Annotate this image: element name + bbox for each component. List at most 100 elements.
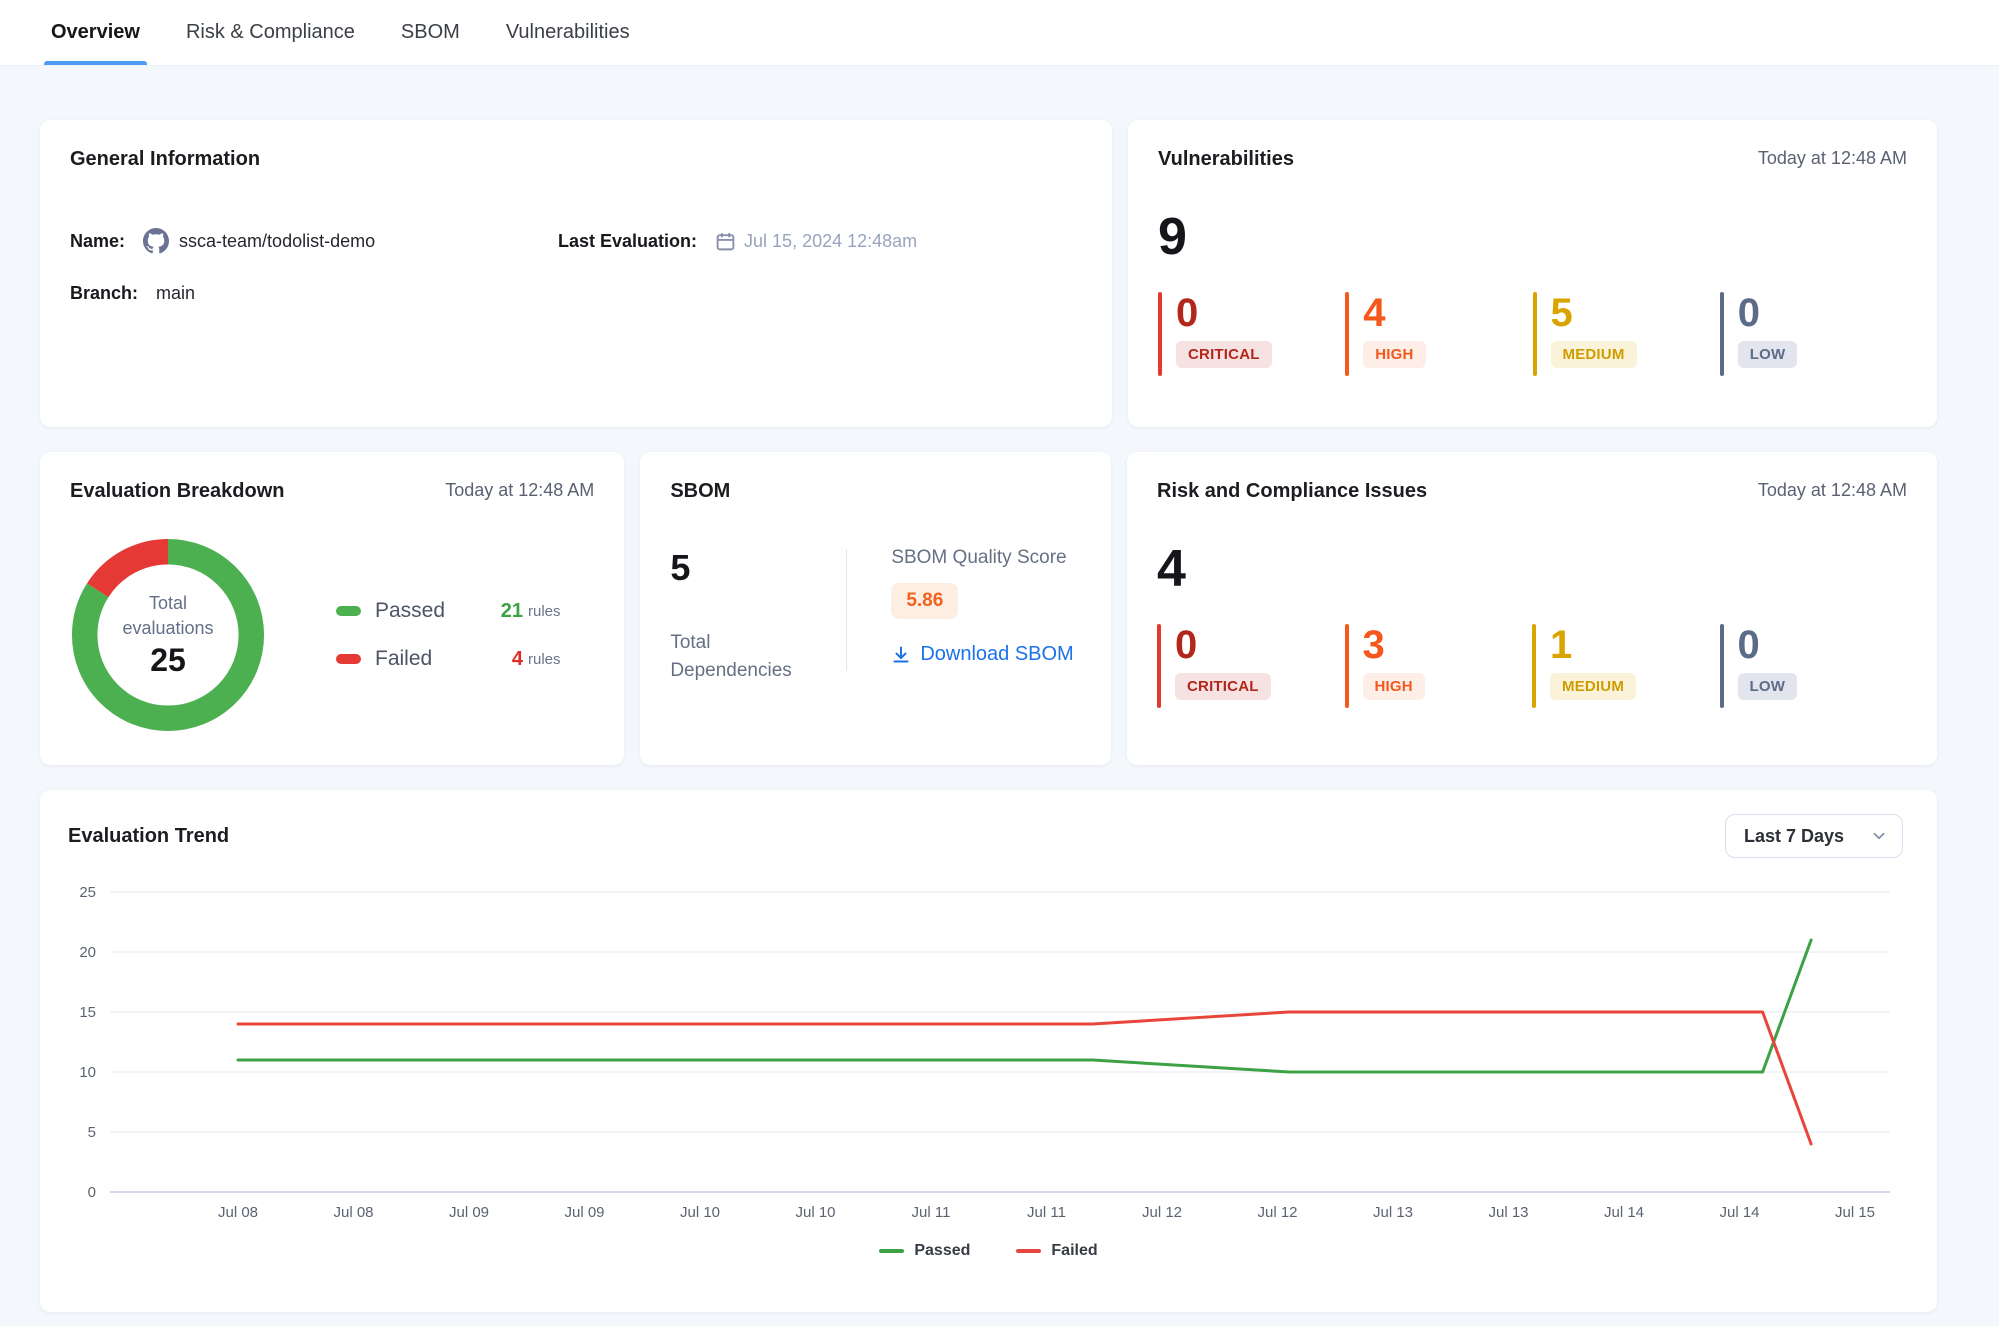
trend-line-failed [238,1012,1811,1144]
severity-item-low: 0LOW [1720,624,1908,708]
last-evaluation-row: Last Evaluation: Jul 15, 2024 12:48am [558,227,1082,255]
github-icon [143,228,169,254]
y-axis-label-15: 15 [79,1004,96,1021]
severity-badge: CRITICAL [1176,341,1272,368]
breakdown-legend: Passed21rules Failed4 rules [336,599,561,671]
y-axis-label-5: 5 [88,1124,96,1141]
legend-label: Passed [914,1242,970,1260]
chevron-down-icon [1870,827,1888,845]
severity-item-critical: 0 CRITICAL [1158,292,1345,376]
vulnerabilities-updated-timestamp: Today at 12:48 AM [1758,148,1907,169]
x-axis-label-2: Jul 09 [449,1204,489,1221]
vulnerabilities-card: Vulnerabilities Today at 12:48 AM 9 0CRI… [1128,120,1937,427]
main-content: General Information Name: ssca-team/todo… [0,120,1977,1326]
branch-row: Branch: main [70,279,558,307]
severity-badge: LOW [1738,673,1798,700]
evaluation-breakdown-updated-timestamp: Today at 12:48 AM [445,480,594,501]
y-axis-label-0: 0 [88,1184,96,1201]
legend-dash-icon [1016,1249,1041,1253]
risk-compliance-title: Risk and Compliance Issues [1157,480,1427,503]
severity-badge: LOW [1738,341,1798,368]
severity-badge: MEDIUM [1551,341,1637,368]
download-sbom-label: Download SBOM [920,643,1073,666]
x-axis-label-6: Jul 11 [912,1204,951,1221]
date-range-value: Last 7 Days [1744,826,1844,847]
date-range-dropdown[interactable]: Last 7 Days [1725,814,1903,858]
general-information-card: General Information Name: ssca-team/todo… [40,120,1112,427]
last-evaluation-label: Last Evaluation: [558,231,697,252]
x-axis-label-3: Jul 09 [564,1204,604,1221]
tab-overview[interactable]: Overview [48,0,143,65]
x-axis-label-10: Jul 13 [1373,1204,1413,1221]
evaluation-breakdown-title: Evaluation Breakdown [70,480,285,503]
tab-sbom[interactable]: SBOM [398,0,463,65]
severity-bar [1345,624,1349,708]
severity-count: 0 [1175,624,1271,666]
x-axis-label-12: Jul 14 [1604,1204,1644,1221]
severity-badge: CRITICAL [1175,673,1271,700]
dashboard-page: Overview Risk & Compliance SBOM Vulnerabili… [0,0,1999,1326]
x-axis-label-11: Jul 13 [1488,1204,1528,1221]
severity-bar [1158,292,1162,376]
y-axis-label-25: 25 [79,884,96,901]
tab-bar: Overview Risk & Compliance SBOM Vulnerabili… [0,0,1999,66]
legend-name: Failed [375,647,493,671]
x-axis-label-7: Jul 11 [1027,1204,1066,1221]
x-axis-label-9: Jul 12 [1257,1204,1297,1221]
branch-label: Branch: [70,283,138,304]
branch-value: main [156,283,195,304]
severity-item-medium: 1 MEDIUM [1532,624,1720,708]
severity-badge: HIGH [1363,673,1425,700]
x-axis-label-1: Jul 08 [333,1204,373,1221]
donut-center-value: 25 [150,642,186,679]
download-sbom-link[interactable]: Download SBOM [891,643,1073,666]
risk-compliance-total: 4 [1157,541,1907,598]
donut-center-label: Total evaluations [108,591,228,640]
severity-bar [1533,292,1537,376]
legend-unit: rules [528,651,561,668]
legend-name: Passed [375,599,493,623]
severity-item-critical: 0 CRITICAL [1157,624,1345,708]
tab-risk-compliance[interactable]: Risk & Compliance [183,0,358,65]
severity-badge: HIGH [1363,341,1425,368]
legend-pill-icon [336,606,361,616]
risk-compliance-updated-timestamp: Today at 12:48 AM [1758,480,1907,501]
name-label: Name: [70,231,125,252]
sbom-card: SBOM 5 Total Dependencies SBOM Quality S… [640,452,1111,765]
severity-count: 1 [1550,624,1636,666]
severity-bar [1157,624,1161,708]
evaluation-trend-card: 0 5 10 15 20 25 Jul 08 Jul 08 Jul 09 Jul 09 Jul 10… [40,790,1937,1312]
evaluations-donut-chart: Total evaluations 25 [70,537,266,733]
severity-count: 0 [1738,292,1798,334]
general-information-title: General Information [70,148,260,171]
severity-bar [1345,292,1349,376]
last-evaluation-value: Jul 15, 2024 12:48am [744,231,917,252]
tab-vulnerabilities[interactable]: Vulnerabilities [503,0,633,65]
y-axis-label-20: 20 [79,944,96,961]
sbom-divider [846,549,847,671]
breakdown-legend-passed: Passed21rules [336,599,561,623]
evaluation-trend-title: Evaluation Trend [68,825,229,848]
trend-line-passed [238,940,1811,1072]
repo-name-value: ssca-team/todolist-demo [179,231,375,252]
severity-bar [1720,292,1724,376]
evaluation-trend-chart: 0 5 10 15 20 25 Jul 08 Jul 08 Jul 09 Jul 09 Jul 10… [40,790,1937,1260]
x-axis-label-0: Jul 08 [218,1204,258,1221]
legend-count: 4 [493,648,523,671]
severity-count: 0 [1176,292,1272,334]
severity-bar [1532,624,1536,708]
x-axis-label-8: Jul 12 [1142,1204,1182,1221]
risk-severity-row: 0CRITICAL3HIGH1MEDIUM0LOW [1157,624,1907,708]
y-axis-label-10: 10 [79,1064,96,1081]
sbom-title: SBOM [670,480,730,503]
trend-legend-passed: Passed [879,1242,970,1260]
legend-pill-icon [336,654,361,664]
legend-label: Failed [1051,1242,1097,1260]
legend-count: 21 [493,600,523,623]
severity-badge: MEDIUM [1550,673,1636,700]
evaluation-breakdown-card: Evaluation Breakdown Today at 12:48 AM T… [40,452,624,765]
x-axis-label-5: Jul 10 [795,1204,835,1221]
severity-item-low: 0 LOW [1720,292,1907,376]
vulnerabilities-total: 9 [1158,209,1907,266]
legend-dash-icon [879,1249,904,1253]
